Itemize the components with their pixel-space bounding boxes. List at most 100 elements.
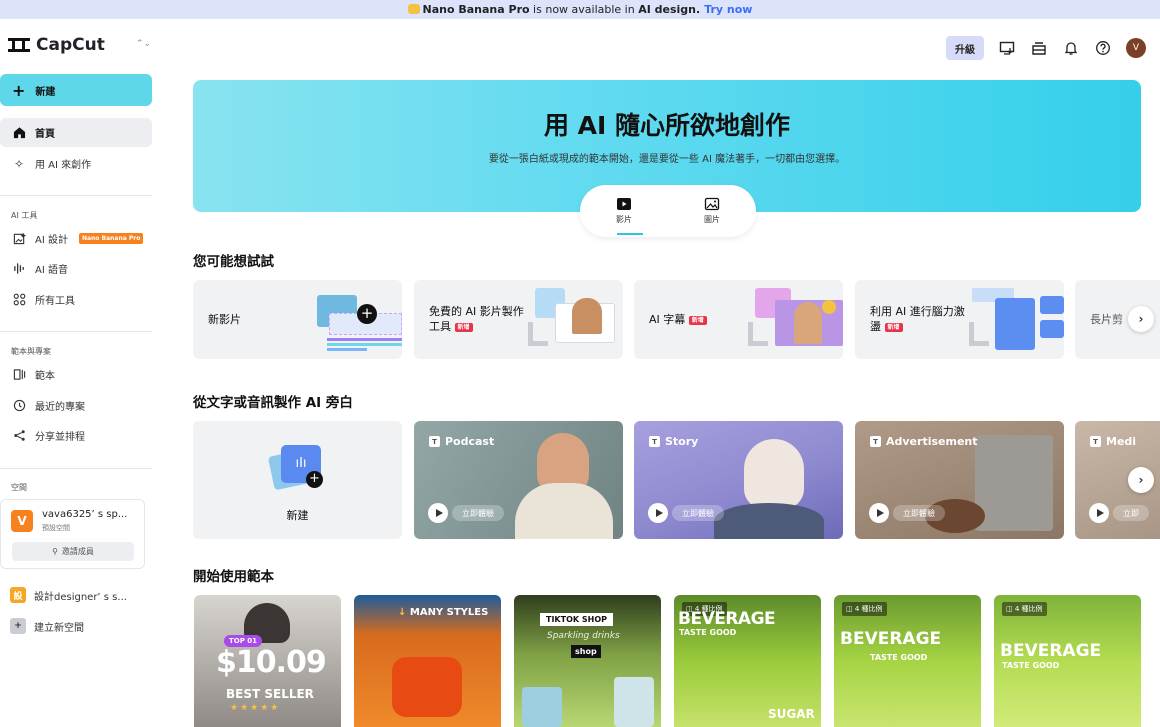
section-title-templates: 開始使用範本: [193, 569, 274, 585]
template-subtitle: TASTE GOOD: [1002, 661, 1060, 670]
workspace-icon: 設: [10, 587, 26, 603]
workspace-designer[interactable]: 設 設計designer’ s s...: [10, 587, 127, 603]
try-now-button[interactable]: 立即: [1113, 505, 1149, 521]
tab-video[interactable]: 影片: [580, 185, 668, 237]
header-actions: 升級 V: [946, 36, 1146, 60]
shop-label: shop: [571, 645, 601, 658]
space-avatar: V: [11, 510, 33, 532]
upgrade-button[interactable]: 升級: [946, 36, 984, 60]
coffee-machine-image: [975, 435, 1053, 531]
arrow-graphic: [969, 322, 989, 346]
capcut-logo[interactable]: CapCut: [8, 35, 105, 55]
template-caption: MANY STYLES: [409, 607, 489, 618]
card-ai-brainstorm[interactable]: 利用 AI 進行腦力激盪 新增: [855, 280, 1064, 359]
user-avatar[interactable]: V: [1126, 38, 1146, 58]
banner-place: AI design.: [638, 3, 701, 16]
play-button[interactable]: [428, 503, 448, 523]
text-icon: T: [870, 436, 881, 447]
new-button[interactable]: + 新建: [0, 74, 152, 106]
banner-text: is now available in: [529, 3, 639, 16]
create-new-space[interactable]: + 建立新空間: [10, 618, 84, 634]
template-subtitle: TASTE GOOD: [679, 628, 737, 637]
ratio-icon: ◫: [846, 605, 855, 613]
play-button[interactable]: [1089, 503, 1109, 523]
narration-card-podcast[interactable]: T Podcast 立即體驗: [414, 421, 623, 539]
tiktok-shop-label: TIKTOK SHOP: [540, 613, 613, 626]
template-caption: BEVERAGE: [678, 609, 776, 629]
hero-title: 用 AI 隨心所欲地創作: [543, 111, 791, 140]
help-icon[interactable]: [1094, 39, 1112, 57]
sidebar-item-home[interactable]: 首頁: [0, 118, 152, 147]
template-card[interactable]: TOP 01 $10.09 BEST SELLER ★★★★★: [194, 595, 341, 727]
try-now-link[interactable]: Try now: [704, 3, 752, 16]
earbuds-case-image: [392, 657, 462, 717]
chevron-right-icon[interactable]: ›: [1128, 467, 1154, 493]
text-icon: T: [649, 436, 660, 447]
section-title-narration: 從文字或音訊製作 AI 旁白: [193, 395, 353, 411]
timeline-track: [327, 348, 367, 351]
waveform-icon: [12, 262, 26, 276]
template-caption: BEVERAGE: [1000, 641, 1102, 661]
template-card[interactable]: ↓ MANY STYLES: [354, 595, 501, 727]
ratio-icon: ◫: [1006, 605, 1015, 613]
grid-icon: [12, 293, 26, 307]
sidebar-item-recent[interactable]: 最近的專案: [0, 391, 152, 420]
section-ai-tools: AI 工具: [11, 211, 38, 220]
home-icon: [12, 126, 26, 140]
template-caption: BEST SELLER: [226, 687, 314, 701]
mindmap-node: [1040, 320, 1064, 338]
sparkle-icon: ✧: [13, 156, 25, 171]
template-card[interactable]: ◫ 4 種比例 BEVERAGE TASTE GOOD SUGAR: [674, 595, 821, 727]
section-templates: 範本與專案: [11, 347, 51, 356]
template-card[interactable]: ◫ 4 種比例 BEVERAGE TASTE GOOD: [994, 595, 1141, 727]
chevron-updown-icon[interactable]: ⌃⌄: [136, 39, 151, 49]
tab-image[interactable]: 圖片: [668, 185, 756, 237]
try-now-button[interactable]: 立即體驗: [672, 505, 724, 521]
timeline-track: [327, 338, 402, 341]
invite-members-button[interactable]: ⚲ 邀請成員: [12, 542, 134, 561]
bell-icon[interactable]: [1062, 39, 1080, 57]
sidebar: CapCut ⌃⌄ + 新建 首頁 ✧ 用 AI 來創作 AI 工具 AI 設計…: [0, 19, 160, 727]
narration-card-advertisement[interactable]: T Advertisement 立即體驗: [855, 421, 1064, 539]
image-icon: [704, 197, 720, 211]
sidebar-item-all-tools[interactable]: 所有工具: [0, 285, 152, 314]
template-price: $10.09: [216, 645, 327, 680]
chevron-right-icon[interactable]: ›: [1128, 306, 1154, 332]
brand-name: CapCut: [36, 35, 105, 55]
sidebar-item-ai-voice[interactable]: AI 語音: [0, 254, 152, 283]
try-now-button[interactable]: 立即體驗: [893, 505, 945, 521]
space-name: vava6325’ s sp...: [42, 509, 128, 520]
template-card[interactable]: TIKTOK SHOP Sparkling drinks shop: [514, 595, 661, 727]
narration-card-story[interactable]: T Story 立即體驗: [634, 421, 843, 539]
space-card[interactable]: V vava6325’ s sp... 預設空間 ⚲ 邀請成員: [0, 499, 145, 569]
sidebar-item-ai-design[interactable]: AI 設計 Nano Banana Pro: [0, 224, 152, 253]
cat-image: [744, 439, 804, 509]
try-now-button[interactable]: 立即體驗: [452, 505, 504, 521]
screen-download-icon[interactable]: [998, 39, 1016, 57]
media-type-switch: 影片 圖片: [580, 185, 756, 237]
template-card[interactable]: ◫ 4 種比例 BEVERAGE TASTE GOOD: [834, 595, 981, 727]
image-edit-icon: [12, 232, 26, 246]
card-new-video[interactable]: 新影片 +: [193, 280, 402, 359]
text-icon: T: [1090, 436, 1101, 447]
plus-icon: +: [357, 304, 377, 324]
play-button[interactable]: [869, 503, 889, 523]
star-rating: ★★★★★: [230, 703, 281, 713]
section-title-suggest: 您可能想試試: [193, 254, 274, 270]
narration-new-card[interactable]: ıIı + 新建: [193, 421, 402, 539]
template-icon: [12, 368, 26, 382]
banner-product: Nano Banana Pro: [422, 3, 530, 16]
sidebar-item-create-ai[interactable]: ✧ 用 AI 來創作: [0, 149, 152, 178]
play-button[interactable]: [648, 503, 668, 523]
plus-icon: +: [306, 471, 323, 488]
video-icon: [617, 198, 631, 210]
divider: [0, 468, 152, 469]
sidebar-item-templates[interactable]: 範本: [0, 360, 152, 389]
card-ai-video-maker[interactable]: 免費的 AI 影片製作工具 新增: [414, 280, 623, 359]
ratio-badge: ◫ 4 種比例: [1002, 602, 1047, 616]
layers-icon[interactable]: [1030, 39, 1048, 57]
space-subtitle: 預設空間: [42, 524, 70, 532]
plus-icon: +: [12, 80, 26, 100]
sidebar-item-share[interactable]: 分享並排程: [0, 421, 152, 450]
card-ai-subtitles[interactable]: AI 字幕 新增: [634, 280, 843, 359]
